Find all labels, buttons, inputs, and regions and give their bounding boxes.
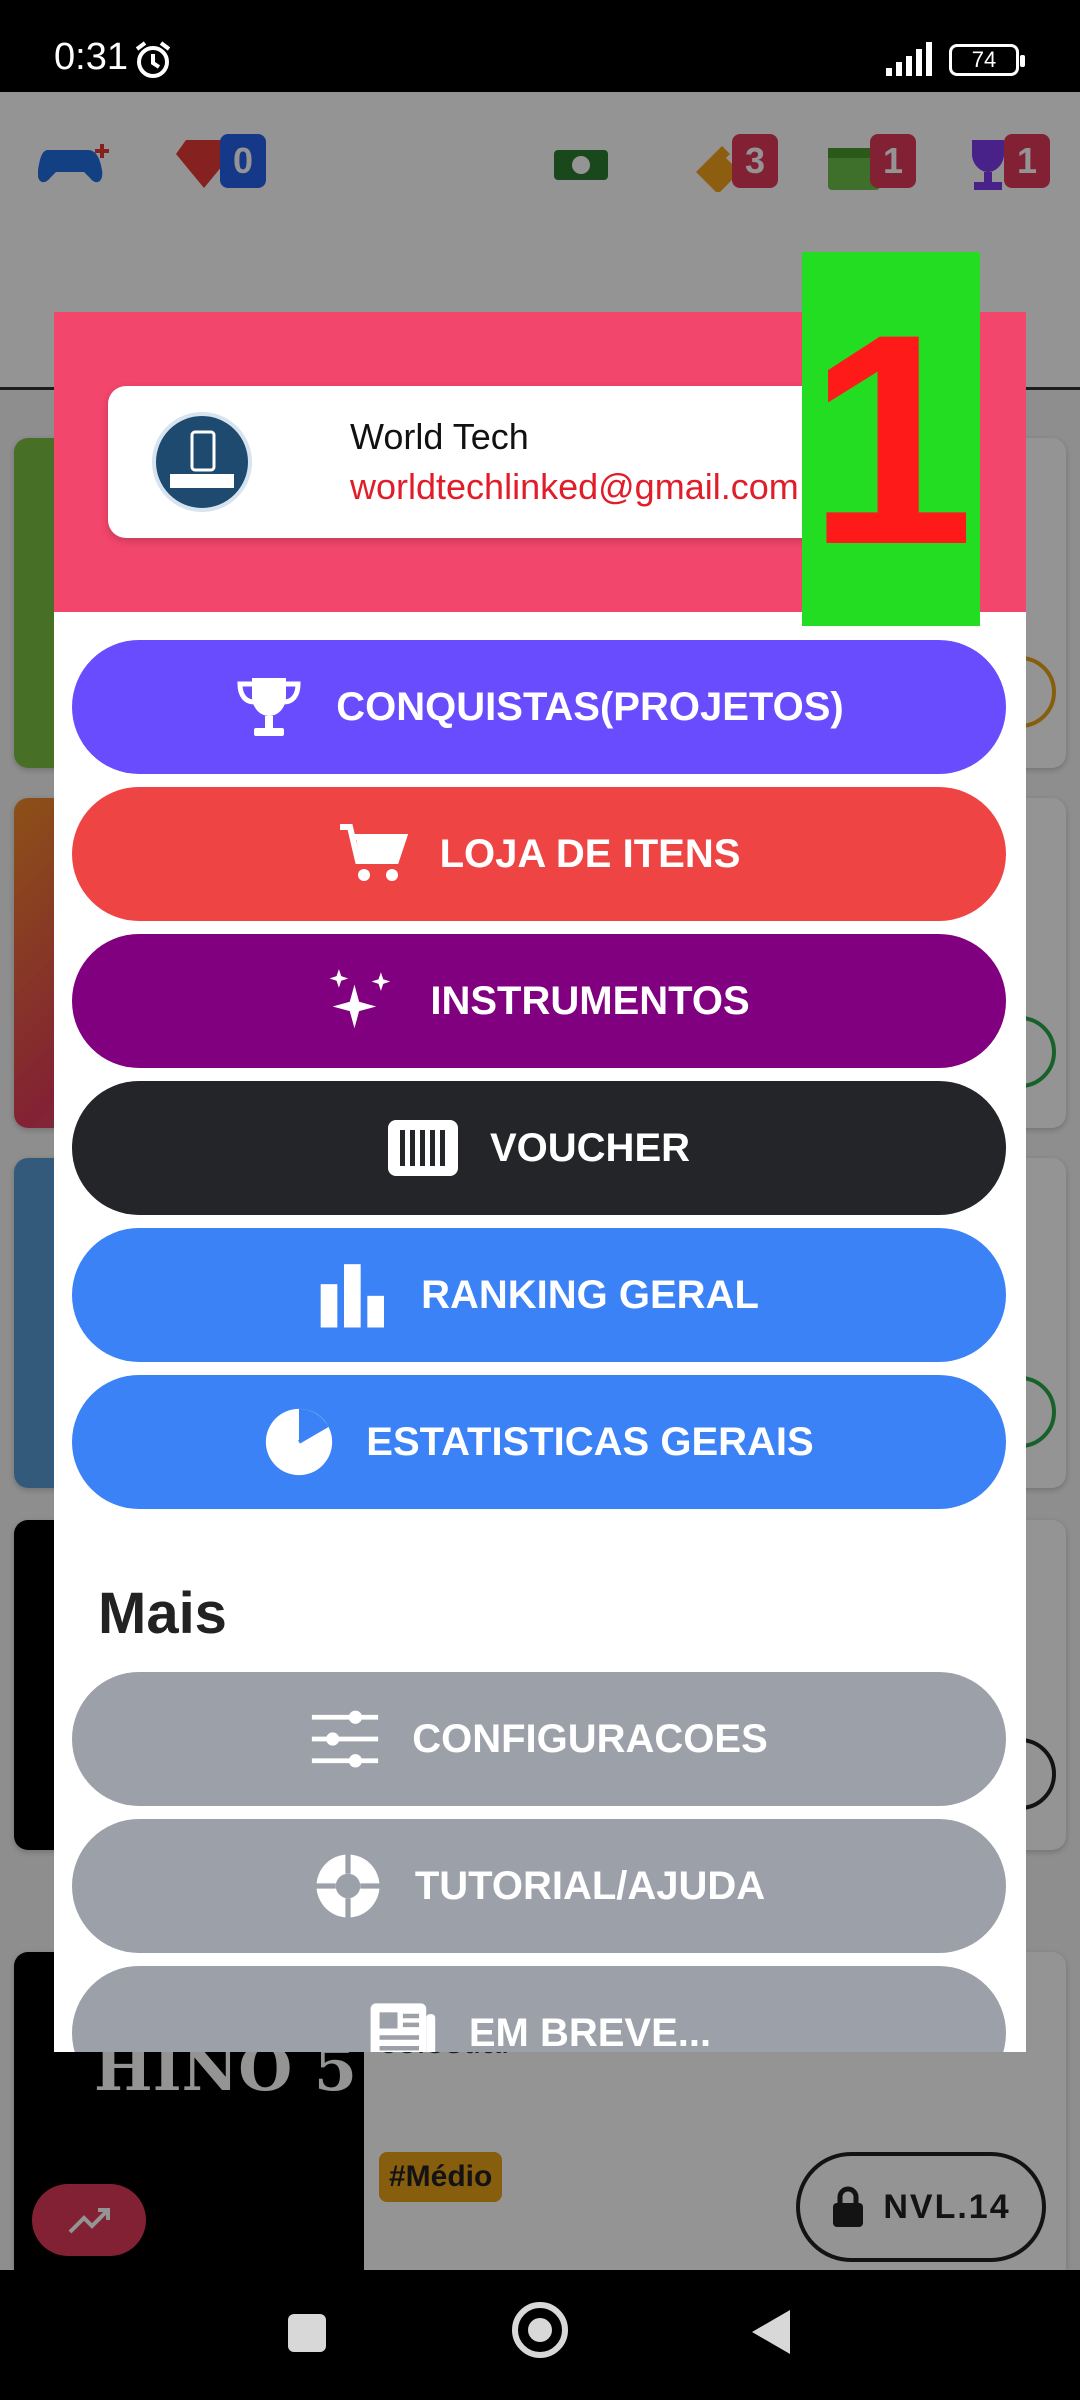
- profile-name: World Tech: [350, 416, 529, 457]
- menu-label: CONFIGURACOES: [412, 1716, 768, 1761]
- home-button[interactable]: [512, 2302, 568, 2358]
- pie-chart-icon: [264, 1407, 334, 1477]
- cart-icon: [338, 819, 408, 889]
- profile-card[interactable]: World Tech worldtechlinked@gmail.com: [108, 386, 908, 538]
- menu-label: INSTRUMENTOS: [430, 978, 750, 1023]
- menu-label: VOUCHER: [489, 1125, 691, 1170]
- configuracoes-button[interactable]: CONFIGURACOES: [72, 1672, 1006, 1806]
- em-breve-button[interactable]: EM BREVE...: [72, 1966, 1006, 2052]
- status-bar: 0:31 74: [0, 0, 1080, 92]
- menu-label: EM BREVE...: [468, 2010, 712, 2053]
- status-time: 0:31: [54, 36, 128, 78]
- estatisticas-gerais-button[interactable]: ESTATISTICAS GERAIS: [72, 1375, 1006, 1509]
- profile-email: worldtechlinked@gmail.com: [350, 466, 799, 507]
- loja-de-itens-button[interactable]: LOJA DE ITENS: [72, 787, 1006, 921]
- section-title-mais: Mais: [98, 1581, 227, 1646]
- signal-icon: [886, 42, 932, 76]
- battery-icon: 74: [949, 44, 1025, 76]
- voucher-button[interactable]: VOUCHER: [72, 1081, 1006, 1215]
- menu-label: CONQUISTAS(PROJETOS): [336, 684, 844, 729]
- newspaper-icon: [367, 1998, 437, 2052]
- conquistas-button[interactable]: CONQUISTAS(PROJETOS): [72, 640, 1006, 774]
- phone-logo-icon: [170, 430, 234, 488]
- barcode-icon: [387, 1113, 458, 1183]
- alarm-icon: [135, 41, 171, 78]
- sliders-icon: [310, 1704, 380, 1774]
- sparkles-icon: [328, 966, 398, 1036]
- ranking-geral-button[interactable]: RANKING GERAL: [72, 1228, 1006, 1362]
- system-nav-bar: [0, 2270, 1080, 2400]
- lifebuoy-icon: [313, 1851, 383, 1921]
- overlay-number-badge: 1: [802, 252, 980, 626]
- menu-label: LOJA DE ITENS: [439, 831, 741, 876]
- back-button[interactable]: [752, 2310, 790, 2354]
- menu-label: ESTATISTICAS GERAIS: [366, 1419, 814, 1464]
- avatar: [152, 412, 252, 512]
- instrumentos-button[interactable]: INSTRUMENTOS: [72, 934, 1006, 1068]
- trophy-icon: [234, 672, 304, 742]
- recents-button[interactable]: [288, 2314, 326, 2352]
- menu-label: RANKING GERAL: [421, 1272, 759, 1317]
- tutorial-ajuda-button[interactable]: TUTORIAL/AJUDA: [72, 1819, 1006, 1953]
- bar-chart-icon: [319, 1260, 389, 1330]
- menu-label: TUTORIAL/AJUDA: [414, 1863, 766, 1908]
